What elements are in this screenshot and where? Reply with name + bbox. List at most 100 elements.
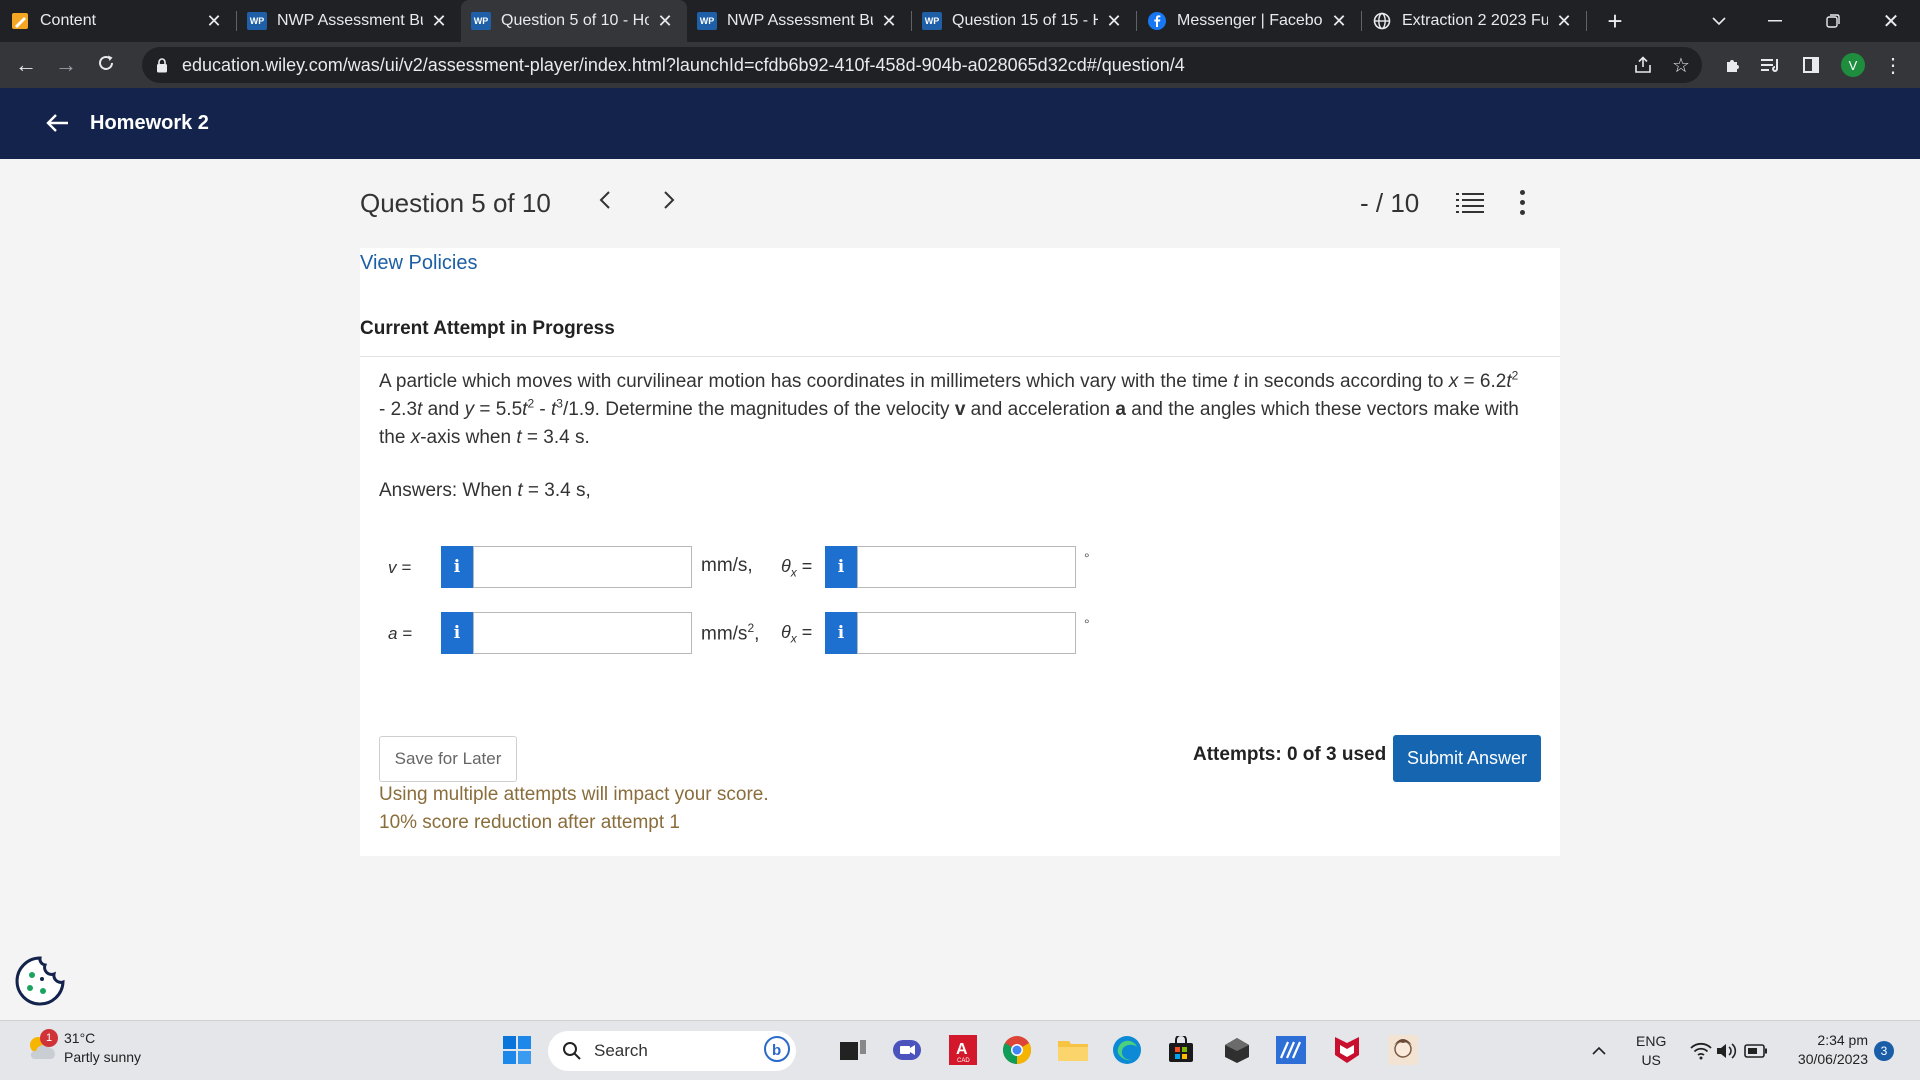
previous-question-chevron-icon[interactable]	[598, 186, 612, 218]
temperature: 31°C	[64, 1030, 96, 1046]
wp-icon: WP	[247, 12, 267, 30]
file-explorer-icon[interactable]	[1056, 1033, 1090, 1067]
task-view-icon[interactable]	[836, 1033, 870, 1067]
browser-menu-icon[interactable]: ⋮	[1876, 42, 1910, 88]
save-for-later-button[interactable]: Save for Later	[379, 736, 517, 782]
attempts-counter: Attempts: 0 of 3 used	[1193, 744, 1387, 765]
wp-icon: WP	[922, 12, 942, 30]
forward-arrow-icon[interactable]: →	[46, 52, 86, 78]
browser-tab-strip: Content ✕ WP NWP Assessment Buil ✕ WP Qu…	[0, 0, 1920, 42]
side-panel-icon[interactable]	[1794, 42, 1828, 88]
url-field[interactable]: education.wiley.com/was/ui/v2/assessment…	[142, 47, 1702, 83]
assignment-title[interactable]: Homework 2	[90, 112, 209, 135]
anime-app-icon[interactable]	[1386, 1033, 1420, 1067]
address-bar: ← → education.wiley.com/was/ui/v2/assess…	[0, 42, 1920, 88]
language-indicator[interactable]: ENG US	[1636, 1021, 1666, 1080]
question-title: Question 5 of 10	[360, 188, 551, 218]
bookmark-star-icon[interactable]: ☆	[1664, 42, 1698, 88]
tab-question-5[interactable]: WP Question 5 of 10 - Ho ✕	[461, 0, 687, 42]
velocity-input[interactable]	[473, 546, 692, 588]
lock-icon[interactable]	[142, 57, 182, 73]
minimize-icon[interactable]	[1752, 0, 1798, 42]
autocad-icon[interactable]: A CAD	[946, 1033, 980, 1067]
view-policies-link[interactable]: View Policies	[360, 252, 477, 275]
close-icon[interactable]: ✕	[429, 11, 449, 32]
tab-search-chevron-icon[interactable]	[1696, 0, 1742, 42]
back-arrow-icon[interactable]	[46, 108, 76, 140]
tab-question-15[interactable]: WP Question 15 of 15 - H ✕	[912, 0, 1136, 42]
close-icon[interactable]: ✕	[1329, 11, 1349, 32]
close-icon[interactable]: ✕	[655, 11, 675, 32]
acceleration-angle-input[interactable]	[857, 612, 1076, 654]
cookie-settings-icon[interactable]	[14, 955, 66, 1012]
clock-date: 30/06/2023	[1797, 1051, 1868, 1067]
acceleration-unit: mm/s2,	[701, 621, 760, 645]
globe-icon	[1372, 12, 1392, 30]
close-icon[interactable]: ✕	[879, 11, 899, 32]
media-queue-icon[interactable]	[1754, 42, 1788, 88]
tab-nwp-assessment-2[interactable]: WP NWP Assessment Buil ✕	[687, 0, 911, 42]
microsoft-store-icon[interactable]	[1164, 1033, 1198, 1067]
next-question-chevron-icon[interactable]	[662, 186, 676, 218]
profile-avatar[interactable]: V	[1836, 42, 1870, 88]
acceleration-angle-label: θx =	[781, 622, 813, 646]
attempts-warning: Using multiple attempts will impact your…	[379, 784, 769, 805]
tab-nwp-assessment[interactable]: WP NWP Assessment Buil ✕	[237, 0, 461, 42]
question-list-icon[interactable]	[1456, 192, 1484, 219]
close-icon[interactable]: ✕	[1554, 11, 1574, 32]
meet-now-icon[interactable]	[890, 1033, 924, 1067]
acceleration-label: a =	[388, 624, 413, 643]
share-icon[interactable]	[1626, 42, 1660, 88]
clock-time: 2:34 pm	[1817, 1032, 1868, 1048]
pencil-icon	[10, 12, 30, 30]
acceleration-input[interactable]	[473, 612, 692, 654]
close-icon[interactable]: ✕	[204, 11, 224, 32]
reload-icon[interactable]	[86, 52, 126, 78]
window-close-icon[interactable]: ✕	[1868, 0, 1914, 42]
info-icon[interactable]: i	[441, 546, 473, 588]
weather-condition: Partly sunny	[64, 1049, 142, 1065]
show-hidden-icons-chevron[interactable]	[1592, 1021, 1606, 1080]
windows-start-icon[interactable]	[500, 1033, 534, 1067]
new-tab-button[interactable]: +	[1601, 6, 1629, 37]
close-icon[interactable]: ✕	[1104, 11, 1124, 32]
notification-badge[interactable]: 3	[1874, 1041, 1894, 1061]
volume-icon[interactable]	[1716, 1021, 1738, 1080]
wp-icon: WP	[697, 12, 717, 30]
tab-separator	[1586, 11, 1587, 31]
acceleration-answer-row: a = i mm/s2, θx = i °	[360, 612, 1120, 654]
more-options-icon[interactable]	[1520, 190, 1525, 215]
extensions-puzzle-icon[interactable]	[1716, 42, 1750, 88]
tab-content[interactable]: Content ✕	[0, 0, 236, 42]
back-arrow-icon[interactable]: ←	[6, 52, 46, 78]
mathcad-icon[interactable]	[1274, 1033, 1308, 1067]
answers-label: Answers: When t = 3.4 s,	[379, 480, 591, 501]
windows-taskbar: 1 31°C Partly sunny Search b A CAD ENG U…	[0, 1020, 1920, 1080]
app-cube-icon[interactable]	[1220, 1033, 1254, 1067]
weather-widget[interactable]: 1 31°C Partly sunny	[24, 1029, 141, 1067]
mcafee-icon[interactable]	[1330, 1033, 1364, 1067]
wifi-icon[interactable]	[1690, 1021, 1712, 1080]
velocity-angle-input[interactable]	[857, 546, 1076, 588]
edge-icon[interactable]	[1110, 1033, 1144, 1067]
chrome-icon[interactable]	[1000, 1033, 1034, 1067]
app-header: Homework 2	[0, 88, 1920, 159]
problem-statement: A particle which moves with curvilinear …	[379, 368, 1519, 448]
info-icon[interactable]: i	[825, 546, 857, 588]
tab-title: Content	[40, 12, 97, 29]
taskbar-search-box[interactable]: Search b	[548, 1031, 796, 1071]
info-icon[interactable]: i	[441, 612, 473, 654]
info-icon[interactable]: i	[825, 612, 857, 654]
tab-messenger[interactable]: Messenger | Faceboo ✕	[1137, 0, 1361, 42]
restore-icon[interactable]	[1810, 0, 1856, 42]
tab-title: NWP Assessment Buil	[727, 12, 873, 29]
weather-alert-badge: 1	[40, 1029, 58, 1047]
search-placeholder: Search	[594, 1041, 648, 1060]
submit-answer-button[interactable]: Submit Answer	[1393, 735, 1541, 782]
degree-symbol: °	[1084, 550, 1090, 566]
battery-icon[interactable]	[1744, 1021, 1768, 1080]
tab-extraction[interactable]: Extraction 2 2023 Full ✕	[1362, 0, 1586, 42]
tab-title: Question 5 of 10 - Ho	[501, 12, 649, 29]
system-clock[interactable]: 2:34 pm 30/06/2023	[1784, 1031, 1868, 1069]
facebook-icon	[1147, 12, 1167, 30]
